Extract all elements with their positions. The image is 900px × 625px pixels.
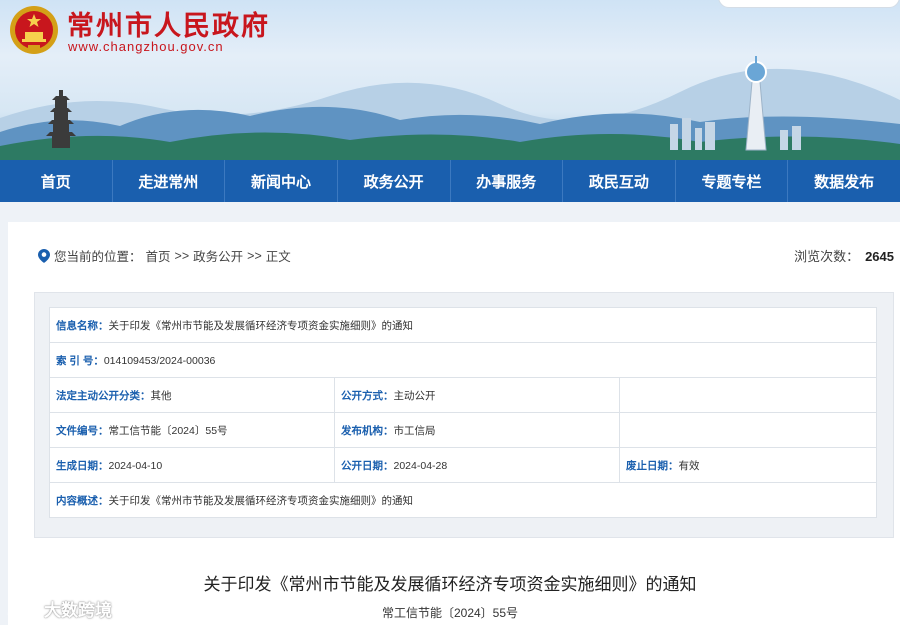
info-issuer-label: 发布机构： — [341, 424, 394, 437]
info-empty-cell — [619, 412, 877, 448]
table-row: 信息名称：关于印发《常州市节能及发展循环经济专项资金实施细则》的通知 — [49, 307, 877, 343]
nav-item-home[interactable]: 首页 — [0, 160, 113, 202]
nav-item-about-changzhou[interactable]: 走进常州 — [113, 160, 226, 202]
nav-item-data-release[interactable]: 数据发布 — [788, 160, 900, 202]
breadcrumb-affairs-link[interactable]: 政务公开 — [193, 246, 243, 265]
breadcrumb-separator: >> — [247, 248, 262, 263]
nav-item-services[interactable]: 办事服务 — [451, 160, 564, 202]
info-method-label: 公开方式： — [341, 389, 394, 402]
info-index-cell: 索 引 号：014109453/2024-00036 — [49, 342, 877, 378]
nav-item-topics[interactable]: 专题专栏 — [676, 160, 789, 202]
info-summary-label: 内容概述： — [56, 494, 109, 507]
main-nav: 首页 走进常州 新闻中心 政务公开 办事服务 政民互动 专题专栏 数据发布 — [0, 160, 900, 202]
info-docno-cell: 文件编号：常工信节能〔2024〕55号 — [49, 412, 335, 448]
table-row: 内容概述：关于印发《常州市节能及发展循环经济专项资金实施细则》的通知 — [49, 482, 877, 518]
info-table-container: 信息名称：关于印发《常州市节能及发展循环经济专项资金实施细则》的通知 索 引 号… — [34, 292, 894, 538]
info-created-value: 2024-04-10 — [108, 459, 163, 472]
view-count: 浏览次数： 2645 — [794, 246, 894, 265]
info-published-cell: 公开日期：2024-04-28 — [334, 447, 620, 483]
nav-item-government-affairs[interactable]: 政务公开 — [338, 160, 451, 202]
header-banner: 常州市人民政府 www.changzhou.gov.cn — [0, 0, 900, 160]
info-issuer-cell: 发布机构：市工信局 — [334, 412, 620, 448]
article-title: 关于印发《常州市节能及发展循环经济专项资金实施细则》的通知 — [203, 575, 697, 595]
info-docno-label: 文件编号： — [56, 424, 109, 437]
watermark: 大数跨境 — [6, 596, 112, 621]
info-method-cell: 公开方式：主动公开 — [334, 377, 620, 413]
info-category-value: 其他 — [150, 389, 172, 402]
site-title[interactable]: 常州市人民政府 — [67, 4, 270, 43]
info-category-label: 法定主动公开分类： — [56, 389, 151, 402]
breadcrumb-separator: >> — [174, 248, 190, 263]
search-input[interactable] — [718, 0, 900, 8]
info-index-value: 014109453/2024-00036 — [103, 354, 216, 367]
national-emblem-icon — [10, 6, 58, 54]
table-row: 法定主动公开分类：其他 公开方式：主动公开 — [49, 377, 877, 413]
info-docno-value: 常工信节能〔2024〕55号 — [108, 424, 228, 437]
info-name-value: 关于印发《常州市节能及发展循环经济专项资金实施细则》的通知 — [108, 319, 414, 332]
breadcrumb-current: 正文 — [265, 250, 291, 264]
info-published-label: 公开日期： — [341, 459, 394, 472]
info-expiry-cell: 废止日期：有效 — [619, 447, 877, 483]
info-issuer-value: 市工信局 — [393, 424, 436, 437]
breadcrumb-home-link[interactable]: 首页 — [146, 246, 171, 265]
location-pin-icon — [38, 248, 50, 263]
info-empty-cell — [619, 377, 877, 413]
content-panel: 您当前的位置： 首页 >> 政务公开 >> 正文 浏览次数： 2645 信息名称：… — [8, 222, 900, 625]
info-method-value: 主动公开 — [393, 389, 436, 402]
nav-item-interaction[interactable]: 政民互动 — [563, 160, 676, 202]
info-created-label: 生成日期： — [56, 459, 109, 472]
article-doc-number: 常工信节能〔2024〕55号 — [381, 606, 519, 620]
info-summary-cell: 内容概述：关于印发《常州市节能及发展循环经济专项资金实施细则》的通知 — [49, 482, 877, 518]
info-index-label: 索 引 号： — [56, 354, 104, 367]
view-count-value: 2645 — [865, 249, 894, 264]
table-row: 文件编号：常工信节能〔2024〕55号 发布机构：市工信局 — [49, 412, 877, 448]
info-published-value: 2024-04-28 — [393, 459, 448, 472]
site-url[interactable]: www.changzhou.gov.cn — [68, 39, 224, 54]
nav-item-news[interactable]: 新闻中心 — [225, 160, 338, 202]
table-row: 生成日期：2024-04-10 公开日期：2024-04-28 废止日期：有效 — [49, 447, 877, 483]
info-created-cell: 生成日期：2024-04-10 — [49, 447, 335, 483]
breadcrumb-prefix: 您当前的位置： — [54, 250, 142, 264]
info-name-label: 信息名称： — [56, 319, 109, 332]
watermark-text: 大数跨境 — [44, 601, 112, 620]
info-expiry-label: 废止日期： — [626, 459, 679, 472]
table-row: 索 引 号：014109453/2024-00036 — [49, 342, 877, 378]
info-table: 信息名称：关于印发《常州市节能及发展循环经济专项资金实施细则》的通知 索 引 号… — [49, 307, 877, 518]
info-expiry-value: 有效 — [678, 459, 700, 472]
view-count-label: 浏览次数： — [794, 249, 860, 264]
breadcrumb: 您当前的位置： 首页 >> 政务公开 >> 正文 — [38, 246, 295, 265]
info-name-cell: 信息名称：关于印发《常州市节能及发展循环经济专项资金实施细则》的通知 — [49, 307, 877, 343]
watermark-logo-icon — [7, 601, 37, 616]
info-category-cell: 法定主动公开分类：其他 — [49, 377, 335, 413]
info-summary-value: 关于印发《常州市节能及发展循环经济专项资金实施细则》的通知 — [108, 494, 414, 507]
